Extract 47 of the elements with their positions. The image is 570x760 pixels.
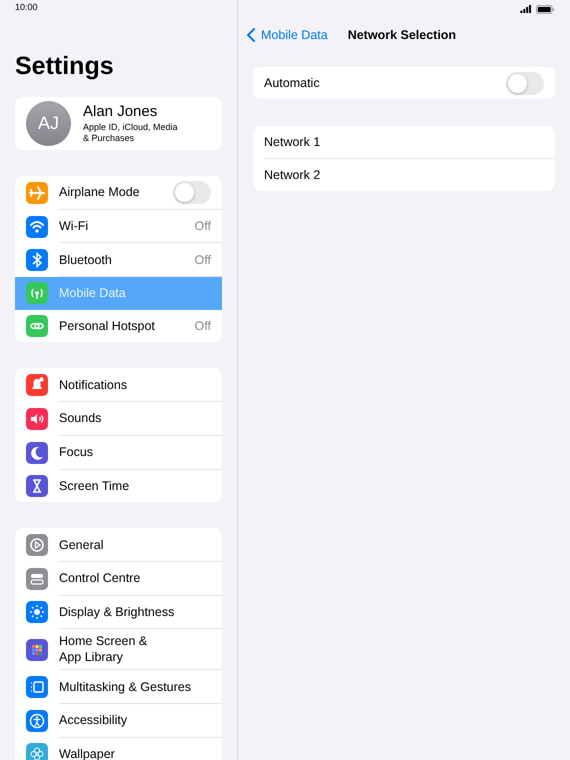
profile-name: Alan Jones (83, 103, 158, 120)
automatic-label: Automatic (264, 75, 320, 91)
item-label: Screen Time (59, 478, 130, 494)
settings-item[interactable]: General (15, 528, 222, 562)
item-label: Bluetooth (59, 252, 112, 268)
network-item[interactable]: Network 1 (264, 126, 555, 159)
item-label: General (59, 536, 104, 553)
settings-item[interactable]: Multitasking & Gestures (15, 670, 222, 704)
item-value: Off (194, 319, 211, 334)
item-label: Home Screen & App Library (59, 633, 148, 666)
back-chevron-icon (247, 28, 255, 42)
profile-card[interactable]: AJ Alan Jones Apple ID, iCloud, Media & Purchases (15, 97, 222, 150)
item-label: Wi-Fi (59, 218, 88, 234)
item-label: Notifications (59, 376, 128, 393)
status-time: 10:00 (15, 2, 38, 12)
item-label: Sounds (59, 410, 102, 426)
item-label: Mobile Data (59, 285, 126, 302)
avatar: AJ (26, 101, 71, 146)
settings-item[interactable]: Notifications (15, 368, 222, 402)
item-label: Accessibility (59, 712, 128, 728)
page-title: Network Selection (348, 28, 456, 42)
settings-item[interactable]: Home Screen & App Library (15, 629, 222, 670)
settings-item[interactable]: Wi-Fi Off (15, 210, 222, 244)
settings-title: Settings (15, 51, 115, 82)
item-label: Multitasking & Gestures (59, 678, 191, 695)
airplane-toggle[interactable] (173, 180, 211, 204)
settings-item[interactable]: Sounds (15, 402, 222, 436)
item-label: Personal Hotspot (59, 318, 155, 334)
back-button[interactable]: Mobile Data (247, 28, 328, 42)
settings-item[interactable]: Screen Time (15, 470, 222, 502)
battery-icon (536, 4, 555, 14)
settings-item[interactable]: Airplane Mode (15, 176, 222, 210)
settings-item[interactable]: Control Centre (15, 562, 222, 596)
profile-subtitle: Apple ID, iCloud, Media & Purchases (83, 122, 178, 144)
item-label: Control Centre (59, 570, 140, 586)
settings-item[interactable]: Personal Hotspot Off (15, 310, 222, 342)
item-label: Focus (59, 444, 94, 460)
network-item[interactable]: Network 2 (264, 159, 555, 191)
signal-icon (520, 5, 532, 13)
item-label: Airplane Mode (59, 184, 140, 200)
item-value: Off (194, 219, 211, 234)
item-value: Off (194, 252, 211, 267)
settings-item[interactable]: Accessibility (15, 704, 222, 738)
item-label: Display & Brightness (59, 604, 174, 620)
automatic-toggle[interactable] (506, 72, 544, 94)
settings-item[interactable]: Focus (15, 436, 222, 470)
settings-item[interactable]: Display & Brightness (15, 596, 222, 630)
